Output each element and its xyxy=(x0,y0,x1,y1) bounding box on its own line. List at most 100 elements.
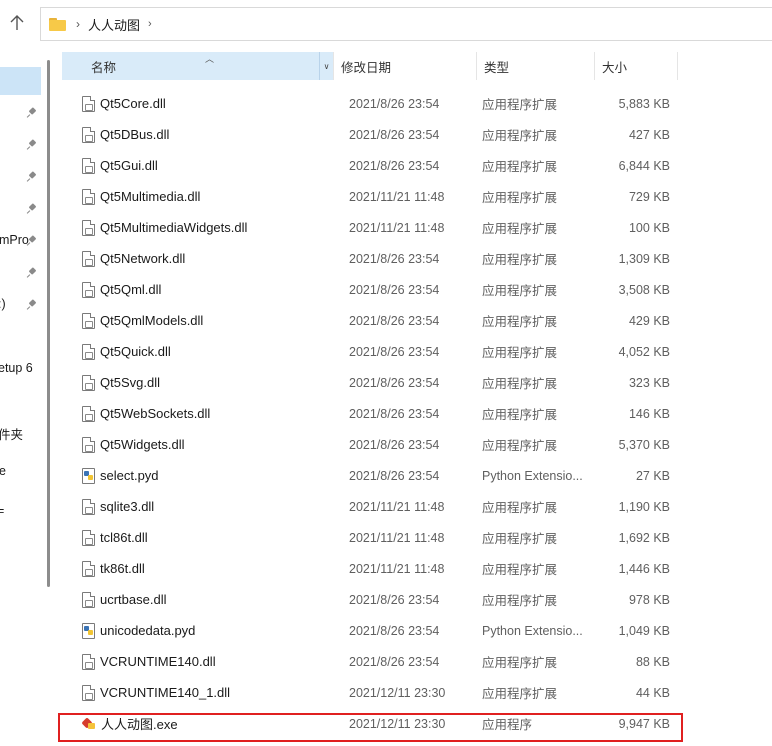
dll-file-icon xyxy=(82,653,95,670)
breadcrumb-chevron-icon[interactable]: › xyxy=(148,18,152,30)
file-name: Qt5Multimedia.dll xyxy=(100,189,201,204)
file-row[interactable]: Qt5MultimediaWidgets.dll 2021/11/21 11:48… xyxy=(62,212,678,243)
file-name-cell[interactable]: select.pyd xyxy=(62,467,333,484)
column-header-size[interactable]: 大小 xyxy=(594,52,678,80)
file-type: 应用程序扩展 xyxy=(482,160,558,174)
file-type: 应用程序扩展 xyxy=(482,191,558,205)
file-type: 应用程序扩展 xyxy=(482,687,558,701)
nav-item-label[interactable]: 件夹 xyxy=(0,424,23,443)
dll-file-icon xyxy=(82,374,95,391)
chevron-down-icon[interactable]: ∨ xyxy=(319,52,333,80)
file-name-cell[interactable]: Qt5Gui.dll xyxy=(62,157,333,174)
file-name: Qt5Widgets.dll xyxy=(100,437,185,452)
address-bar[interactable]: › 人人动图 › xyxy=(40,7,772,41)
column-header-date[interactable]: 修改日期 xyxy=(333,52,476,80)
column-header-type[interactable]: 类型 xyxy=(476,52,594,80)
file-name-cell[interactable]: tk86t.dll xyxy=(62,560,333,577)
file-size: 1,692 KB xyxy=(618,530,670,545)
file-name-cell[interactable]: tcl86t.dll xyxy=(62,529,333,546)
file-row[interactable]: Qt5Multimedia.dll 2021/11/21 11:48 应用程序扩展 7… xyxy=(62,181,678,212)
dll-file-icon xyxy=(82,157,95,174)
nav-item-label[interactable]: = xyxy=(0,504,4,518)
file-row[interactable]: Qt5Network.dll 2021/8/26 23:54 应用程序扩展 1,309… xyxy=(62,243,678,274)
file-date: 2021/8/26 23:54 xyxy=(349,282,440,297)
file-row[interactable]: tk86t.dll 2021/11/21 11:48 应用程序扩展 1,446 KB xyxy=(62,553,678,584)
file-row[interactable]: Qt5QmlModels.dll 2021/8/26 23:54 应用程序扩展 429… xyxy=(62,305,678,336)
file-name: Qt5Quick.dll xyxy=(100,344,171,359)
file-type: Python Extensio... xyxy=(482,468,583,483)
column-date-label: 修改日期 xyxy=(341,60,392,75)
file-name-cell[interactable]: Qt5QmlModels.dll xyxy=(62,312,333,329)
nav-item-label[interactable]: etup 6 xyxy=(0,361,33,375)
file-name-cell[interactable]: Qt5WebSockets.dll xyxy=(62,405,333,422)
file-name: Qt5WebSockets.dll xyxy=(100,406,211,421)
up-arrow-icon[interactable] xyxy=(6,12,28,34)
file-name-cell[interactable]: unicodedata.pyd xyxy=(62,622,333,639)
dll-file-icon xyxy=(82,343,95,360)
nav-item-label[interactable]: e xyxy=(0,464,6,478)
column-header-name[interactable]: ︿ 名称 ∨ xyxy=(62,52,333,80)
file-date: 2021/8/26 23:54 xyxy=(349,158,440,173)
nav-item-label[interactable]: :) xyxy=(0,297,6,311)
navigation-pane: mPro :) etup 6 件夹 e = xyxy=(0,48,50,746)
file-row[interactable]: VCRUNTIME140.dll 2021/8/26 23:54 应用程序扩展 88 … xyxy=(62,646,678,677)
file-name: Qt5Svg.dll xyxy=(100,375,160,390)
file-name-cell[interactable]: Qt5Multimedia.dll xyxy=(62,188,333,205)
file-row[interactable]: unicodedata.pyd 2021/8/26 23:54 Python Ext… xyxy=(62,615,678,646)
file-row[interactable]: sqlite3.dll 2021/11/21 11:48 应用程序扩展 1,190 K… xyxy=(62,491,678,522)
nav-scrollbar-thumb[interactable] xyxy=(47,60,50,587)
file-name-cell[interactable]: Qt5Quick.dll xyxy=(62,343,333,360)
file-date: 2021/12/11 23:30 xyxy=(349,685,446,700)
file-row[interactable]: Qt5Widgets.dll 2021/8/26 23:54 应用程序扩展 5,370… xyxy=(62,429,678,460)
file-name-cell[interactable]: VCRUNTIME140.dll xyxy=(62,653,333,670)
file-size: 146 KB xyxy=(628,406,670,421)
file-date: 2021/8/26 23:54 xyxy=(349,592,440,607)
file-name-cell[interactable]: VCRUNTIME140_1.dll xyxy=(62,684,333,701)
file-list: Qt5Core.dll 2021/8/26 23:54 应用程序扩展 5,883 KB… xyxy=(62,88,678,739)
file-name-cell[interactable]: Qt5DBus.dll xyxy=(62,126,333,143)
pin-icon xyxy=(27,107,37,119)
file-size: 100 KB xyxy=(628,220,670,235)
folder-icon xyxy=(49,17,66,31)
pyd-file-icon xyxy=(82,467,95,484)
dll-file-icon xyxy=(82,436,95,453)
dll-file-icon xyxy=(82,591,95,608)
file-row[interactable]: Qt5Svg.dll 2021/8/26 23:54 应用程序扩展 323 KB xyxy=(62,367,678,398)
file-name: Qt5QmlModels.dll xyxy=(100,313,204,328)
file-type: 应用程序扩展 xyxy=(482,98,558,112)
file-row[interactable]: select.pyd 2021/8/26 23:54 Python Extensio… xyxy=(62,460,678,491)
file-date: 2021/8/26 23:54 xyxy=(349,623,440,638)
dll-file-icon xyxy=(82,498,95,515)
file-name: tk86t.dll xyxy=(100,561,145,576)
file-row[interactable]: Qt5Gui.dll 2021/8/26 23:54 应用程序扩展 6,844 KB xyxy=(62,150,678,181)
file-row[interactable]: ucrtbase.dll 2021/8/26 23:54 应用程序扩展 978 KB xyxy=(62,584,678,615)
file-name: Qt5Network.dll xyxy=(100,251,186,266)
file-name-cell[interactable]: Qt5Qml.dll xyxy=(62,281,333,298)
file-name-cell[interactable]: sqlite3.dll xyxy=(62,498,333,515)
file-row[interactable]: Qt5Core.dll 2021/8/26 23:54 应用程序扩展 5,883 KB xyxy=(62,88,678,119)
file-row[interactable]: VCRUNTIME140_1.dll 2021/12/11 23:30 应用程序扩展… xyxy=(62,677,678,708)
file-size: 4,052 KB xyxy=(618,344,670,359)
file-row[interactable]: Qt5WebSockets.dll 2021/8/26 23:54 应用程序扩展 14… xyxy=(62,398,678,429)
breadcrumb-current-folder[interactable]: 人人动图 xyxy=(88,15,140,34)
file-size: 5,883 KB xyxy=(618,96,670,111)
file-row[interactable]: Qt5Quick.dll 2021/8/26 23:54 应用程序扩展 4,052 K… xyxy=(62,336,678,367)
nav-selected-item[interactable] xyxy=(0,67,41,95)
file-row[interactable]: Qt5Qml.dll 2021/8/26 23:54 应用程序扩展 3,508 KB xyxy=(62,274,678,305)
file-name-cell[interactable]: Qt5Network.dll xyxy=(62,250,333,267)
file-row[interactable]: tcl86t.dll 2021/11/21 11:48 应用程序扩展 1,692 KB xyxy=(62,522,678,553)
dll-file-icon xyxy=(82,126,95,143)
file-type: 应用程序扩展 xyxy=(482,284,558,298)
file-date: 2021/8/26 23:54 xyxy=(349,127,440,142)
nav-item-label[interactable]: mPro xyxy=(0,233,29,247)
file-row[interactable]: Qt5DBus.dll 2021/8/26 23:54 应用程序扩展 427 KB xyxy=(62,119,678,150)
file-type: 应用程序扩展 xyxy=(482,563,558,577)
highlight-annotation-box xyxy=(58,713,683,742)
file-name: Qt5MultimediaWidgets.dll xyxy=(100,220,248,235)
file-name-cell[interactable]: Qt5MultimediaWidgets.dll xyxy=(62,219,333,236)
breadcrumb-separator-icon[interactable]: › xyxy=(76,17,80,31)
file-name-cell[interactable]: Qt5Widgets.dll xyxy=(62,436,333,453)
file-name-cell[interactable]: ucrtbase.dll xyxy=(62,591,333,608)
file-name-cell[interactable]: Qt5Core.dll xyxy=(62,95,333,112)
file-name-cell[interactable]: Qt5Svg.dll xyxy=(62,374,333,391)
